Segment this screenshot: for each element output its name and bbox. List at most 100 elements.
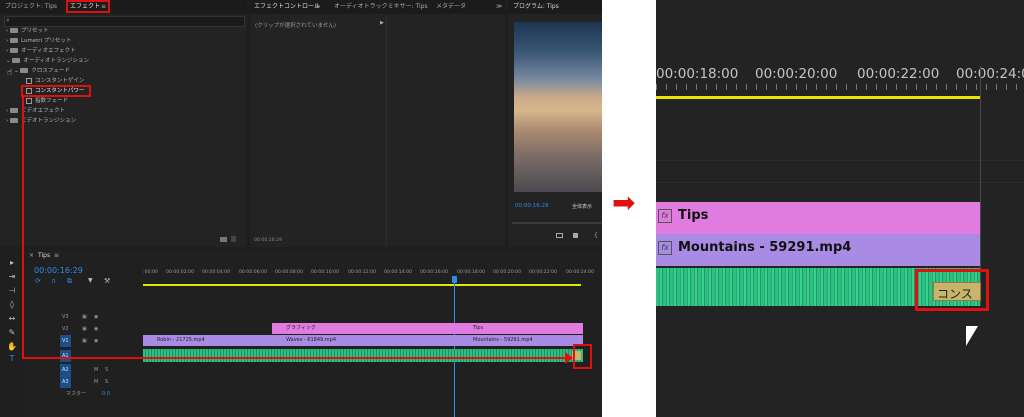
close-icon[interactable]: × xyxy=(29,250,34,261)
solo-button[interactable]: S xyxy=(105,376,108,388)
zoom-clip-tips[interactable]: fx Tips xyxy=(656,202,980,234)
tab-project[interactable]: プロジェクト: Tips xyxy=(5,0,57,14)
tree-item-audio-effects[interactable]: › オーディオエフェクト xyxy=(6,47,76,56)
ruler-label: 00:00:16:00 xyxy=(420,270,449,275)
panel-menu-icon[interactable]: ≡ xyxy=(315,0,320,14)
bracket-icon[interactable]: { xyxy=(594,232,598,239)
tab-metadata[interactable]: メタデータ xyxy=(436,0,466,14)
eye-icon[interactable]: ◉ xyxy=(94,323,98,335)
linked-selection-icon[interactable]: ∩ xyxy=(51,277,56,285)
tree-item-lumetri[interactable]: › Lumetri プリセット xyxy=(6,37,71,46)
ruler-label: 00:00:08:00 xyxy=(275,270,304,275)
search-icon: ⌕ xyxy=(6,16,10,24)
safe-margins-icon[interactable] xyxy=(556,233,563,238)
sync-lock-icon[interactable]: ▣ xyxy=(82,311,87,323)
track-header-a3[interactable]: A3 M S xyxy=(58,376,162,388)
clip-graphic[interactable]: グラフィック xyxy=(272,323,459,334)
program-monitor: プログラム: Tips 00:00:16:29 全体表示 { xyxy=(508,0,602,247)
time-ruler[interactable]: :00:00 00:00:02:00 00:00:04:00 00:00:06:… xyxy=(143,270,602,290)
track-header-v2[interactable]: V2 ▣ ◉ xyxy=(58,323,162,335)
transition-highlight xyxy=(915,269,989,311)
ruler-label: 00:00:04:00 xyxy=(202,270,231,275)
tab-audio-mixer[interactable]: オーディオトラックミキサー: Tips xyxy=(334,0,428,14)
overflow-icon[interactable]: ≫ xyxy=(496,0,502,14)
tools-panel: ▸ ⇥ ⊣ ◊ ↔ ✎ ✋ T xyxy=(0,250,22,417)
ruler-label: 00:00:12:00 xyxy=(348,270,377,275)
track-header-a2[interactable]: A2 M S xyxy=(58,364,162,376)
ruler-label: 00:00:10:00 xyxy=(311,270,340,275)
marker-icon[interactable]: ▼ xyxy=(88,277,93,284)
folder-icon xyxy=(9,118,18,123)
effect-controls-tabbar: エフェクトコントロール ≡ オーディオトラックミキサー: Tips メタデータ … xyxy=(250,0,505,14)
clip-mountains[interactable]: Mountains - 59291.mp4 xyxy=(459,335,583,346)
ruler-label: 00:00:06:00 xyxy=(239,270,268,275)
tree-item-audio-transitions[interactable]: ⌄ オーディオトランジション xyxy=(6,57,89,66)
tab-sequence[interactable]: Tips xyxy=(38,250,50,261)
new-folder-icon[interactable] xyxy=(220,237,227,242)
zoom-ruler-ticks xyxy=(656,84,1024,90)
fit-dropdown[interactable]: 全体表示 xyxy=(572,203,592,210)
eye-icon[interactable]: ◉ xyxy=(94,335,98,347)
clip-robin[interactable]: Robin - 21725.mp4 xyxy=(143,335,272,346)
tree-item-video-transitions[interactable]: › ビデオトランジション xyxy=(6,117,76,126)
mute-button[interactable]: M xyxy=(94,364,98,376)
work-area-bar[interactable] xyxy=(143,284,581,286)
add-marker-icon[interactable]: ⧉ xyxy=(67,277,72,286)
sync-lock-icon[interactable]: ▣ xyxy=(82,335,87,347)
tree-item-video-effects[interactable]: › ビデオエフェクト xyxy=(6,107,65,116)
tree-item-crossfade[interactable]: ⌄ クロスフェード xyxy=(14,67,70,76)
effects-panel-tabbar: プロジェクト: Tips エフェクト ≡ xyxy=(0,0,247,14)
razor-tool-icon[interactable]: ◊ xyxy=(7,300,17,310)
ruler-label: 00:00:22:00 xyxy=(529,270,558,275)
folder-icon xyxy=(9,48,18,53)
zoom-clip-mountains[interactable]: fx Mountains - 59291.mp4 xyxy=(656,234,980,266)
effect-controls-panel: エフェクトコントロール ≡ オーディオトラックミキサー: Tips メタデータ … xyxy=(250,0,505,247)
type-tool-icon[interactable]: T xyxy=(7,354,17,364)
program-monitor-title[interactable]: プログラム: Tips xyxy=(513,0,559,14)
hand-tool-icon[interactable]: ✋ xyxy=(7,342,17,352)
playhead-handle[interactable] xyxy=(452,276,457,283)
zoom-ruler-label: 00:00:24:00 xyxy=(956,66,1024,82)
selection-tool-icon[interactable]: ▸ xyxy=(7,258,17,268)
zoom-ruler-label: 00:00:20:00 xyxy=(755,66,838,82)
sync-lock-icon[interactable]: ▣ xyxy=(82,323,87,335)
playback-scrubber[interactable] xyxy=(512,222,602,224)
track-header-master[interactable]: マスター 0.0 xyxy=(58,388,162,400)
zoom-track-divider xyxy=(656,160,1024,161)
solo-button[interactable]: S xyxy=(105,364,108,376)
ruler-label: 00:00:18:00 xyxy=(457,270,486,275)
eye-icon[interactable]: ◉ xyxy=(94,311,98,323)
zoomed-timeline: 00:00:18:00 00:00:20:00 00:00:22:00 00:0… xyxy=(656,0,1024,417)
tree-item-exponential-fade[interactable]: 指数フェード xyxy=(26,97,68,106)
clip-tips[interactable]: Tips xyxy=(459,323,583,334)
hand-cursor-icon: ☝ xyxy=(7,68,13,78)
delete-icon[interactable] xyxy=(231,236,236,242)
tab-effect-controls[interactable]: エフェクトコントロール xyxy=(254,0,320,14)
zoom-track-divider xyxy=(656,182,1024,183)
marker-icon[interactable] xyxy=(573,233,578,238)
expand-arrow-icon[interactable]: ▶ xyxy=(380,20,384,26)
ripple-edit-tool-icon[interactable]: ⊣ xyxy=(7,286,17,296)
constant-power-highlight xyxy=(21,85,91,97)
transition-icon xyxy=(26,97,32,104)
arrow-right-icon: ➡ xyxy=(612,186,636,219)
ruler-label: 00:00:02:00 xyxy=(166,270,195,275)
ruler-label: :00:00 xyxy=(143,270,158,275)
timeline-timecode[interactable]: 00:00:16:29 xyxy=(34,266,83,275)
video-preview xyxy=(514,22,602,192)
clip-waves[interactable]: Waves - 61849.mp4 xyxy=(272,335,459,346)
track-select-tool-icon[interactable]: ⇥ xyxy=(7,272,17,282)
pen-tool-icon[interactable]: ✎ xyxy=(7,328,17,338)
tree-item-presets[interactable]: › プリセット xyxy=(6,27,48,36)
zoom-work-area-bar[interactable] xyxy=(656,96,981,99)
fx-icon: fx xyxy=(658,241,672,255)
wrench-icon[interactable]: ⚒ xyxy=(104,277,110,285)
mute-button[interactable]: M xyxy=(94,376,98,388)
panel-menu-icon[interactable]: ≡ xyxy=(54,250,59,261)
search-input[interactable] xyxy=(4,16,245,27)
snap-icon[interactable]: ⟳ xyxy=(35,277,41,285)
track-header-v3[interactable]: V3 ▣ ◉ xyxy=(58,311,162,323)
audio-clip-a1[interactable] xyxy=(143,349,583,362)
slip-tool-icon[interactable]: ↔ xyxy=(7,314,17,324)
folder-icon xyxy=(12,58,21,63)
